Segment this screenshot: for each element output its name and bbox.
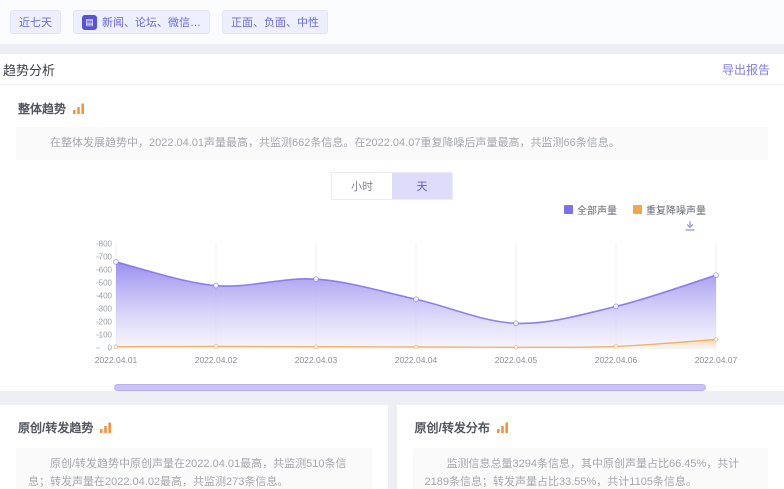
svg-text:400: 400 bbox=[99, 291, 113, 300]
trend-icon bbox=[72, 102, 85, 115]
svg-text:2022.04.07: 2022.04.07 bbox=[695, 355, 738, 365]
legend-swatch-dedup bbox=[633, 205, 642, 214]
svg-text:2022.04.02: 2022.04.02 bbox=[195, 355, 238, 365]
original-repost-trend-card: 原创/转发趋势 原创/转发趋势中原创声量在2022.04.01最高，共监测510… bbox=[0, 405, 388, 489]
overall-trend-summary: 在整体发展趋势中，2022.04.01声量最高，共监测662条信息。在2022.… bbox=[16, 127, 768, 160]
original-repost-distribution-summary: 监测信息总量3294条信息，其中原创声量占比66.45%，共计2189条信息；转… bbox=[413, 448, 769, 489]
granularity-toggle-row: 小时 天 bbox=[16, 172, 768, 200]
svg-text:600: 600 bbox=[99, 265, 113, 274]
trend-icon bbox=[99, 421, 112, 434]
chart-legend: 全部声量 重复降噪声量 bbox=[16, 202, 706, 217]
source-icon: ▤ bbox=[82, 15, 97, 30]
svg-text:200: 200 bbox=[99, 317, 113, 326]
download-chart-icon[interactable] bbox=[684, 220, 696, 232]
legend-item-total-volume[interactable]: 全部声量 bbox=[564, 202, 617, 217]
legend-label-total: 全部声量 bbox=[577, 202, 617, 217]
trend-area-chart[interactable]: 0 100 200 300 400 500 600 700 800 2022.04.01 2022.… bbox=[16, 232, 784, 370]
toggle-day-button[interactable]: 天 bbox=[392, 173, 452, 199]
original-repost-trend-summary: 原创/转发趋势中原创声量在2022.04.01最高，共监测510条信息；转发声量… bbox=[16, 448, 372, 489]
filter-chip-time-label: 近七天 bbox=[19, 14, 52, 30]
original-repost-trend-title: 原创/转发趋势 bbox=[18, 419, 93, 436]
svg-text:300: 300 bbox=[99, 304, 113, 313]
section-header: 趋势分析 导出报告 bbox=[0, 54, 784, 85]
filter-chip-time[interactable]: 近七天 bbox=[10, 10, 61, 34]
bottom-cards-row: 原创/转发趋势 原创/转发趋势中原创声量在2022.04.01最高，共监测510… bbox=[0, 405, 784, 489]
svg-text:0: 0 bbox=[108, 343, 113, 352]
filter-chip-sources-label: 新闻、论坛、微信… bbox=[102, 14, 201, 30]
svg-text:800: 800 bbox=[99, 239, 113, 248]
svg-text:100: 100 bbox=[99, 330, 113, 339]
original-repost-distribution-card: 原创/转发分布 监测信息总量3294条信息，其中原创声量占比66.45%，共计2… bbox=[397, 405, 784, 489]
datazoom-track bbox=[114, 384, 706, 391]
filter-chip-sentiment[interactable]: 正面、负面、中性 bbox=[222, 10, 328, 34]
granularity-toggle: 小时 天 bbox=[331, 172, 453, 200]
original-repost-distribution-header: 原创/转发分布 bbox=[415, 419, 769, 436]
svg-text:2022.04.04: 2022.04.04 bbox=[395, 355, 438, 365]
svg-text:500: 500 bbox=[99, 278, 113, 287]
datazoom-slider[interactable] bbox=[114, 384, 706, 391]
page-title: 趋势分析 bbox=[3, 60, 55, 79]
svg-text:2022.04.03: 2022.04.03 bbox=[295, 355, 338, 365]
legend-item-dedup-volume[interactable]: 重复降噪声量 bbox=[633, 202, 706, 217]
trend-icon bbox=[496, 421, 509, 434]
original-repost-trend-header: 原创/转发趋势 bbox=[18, 419, 372, 436]
legend-swatch-total bbox=[564, 205, 573, 214]
chart-toolbox bbox=[16, 220, 696, 232]
overall-trend-title: 整体趋势 bbox=[18, 100, 66, 117]
original-repost-distribution-title: 原创/转发分布 bbox=[415, 419, 490, 436]
toggle-hour-button[interactable]: 小时 bbox=[332, 173, 392, 199]
overall-trend-section: 整体趋势 在整体发展趋势中，2022.04.01声量最高，共监测662条信息。在… bbox=[0, 85, 784, 391]
filter-bar: 近七天 ▤ 新闻、论坛、微信… 正面、负面、中性 bbox=[0, 0, 784, 44]
trend-analysis-card: 趋势分析 导出报告 整体趋势 在整体发展趋势中，2022.04.01声量最高，共… bbox=[0, 54, 784, 391]
overall-trend-header: 整体趋势 bbox=[18, 100, 768, 117]
legend-label-dedup: 重复降噪声量 bbox=[646, 202, 706, 217]
filter-chip-sentiment-label: 正面、负面、中性 bbox=[231, 14, 319, 30]
filter-chip-sources[interactable]: ▤ 新闻、论坛、微信… bbox=[73, 10, 210, 34]
export-report-link[interactable]: 导出报告 bbox=[722, 61, 770, 78]
svg-text:2022.04.01: 2022.04.01 bbox=[95, 355, 138, 365]
svg-text:2022.04.05: 2022.04.05 bbox=[495, 355, 538, 365]
svg-text:700: 700 bbox=[99, 252, 113, 261]
svg-text:2022.04.06: 2022.04.06 bbox=[595, 355, 638, 365]
